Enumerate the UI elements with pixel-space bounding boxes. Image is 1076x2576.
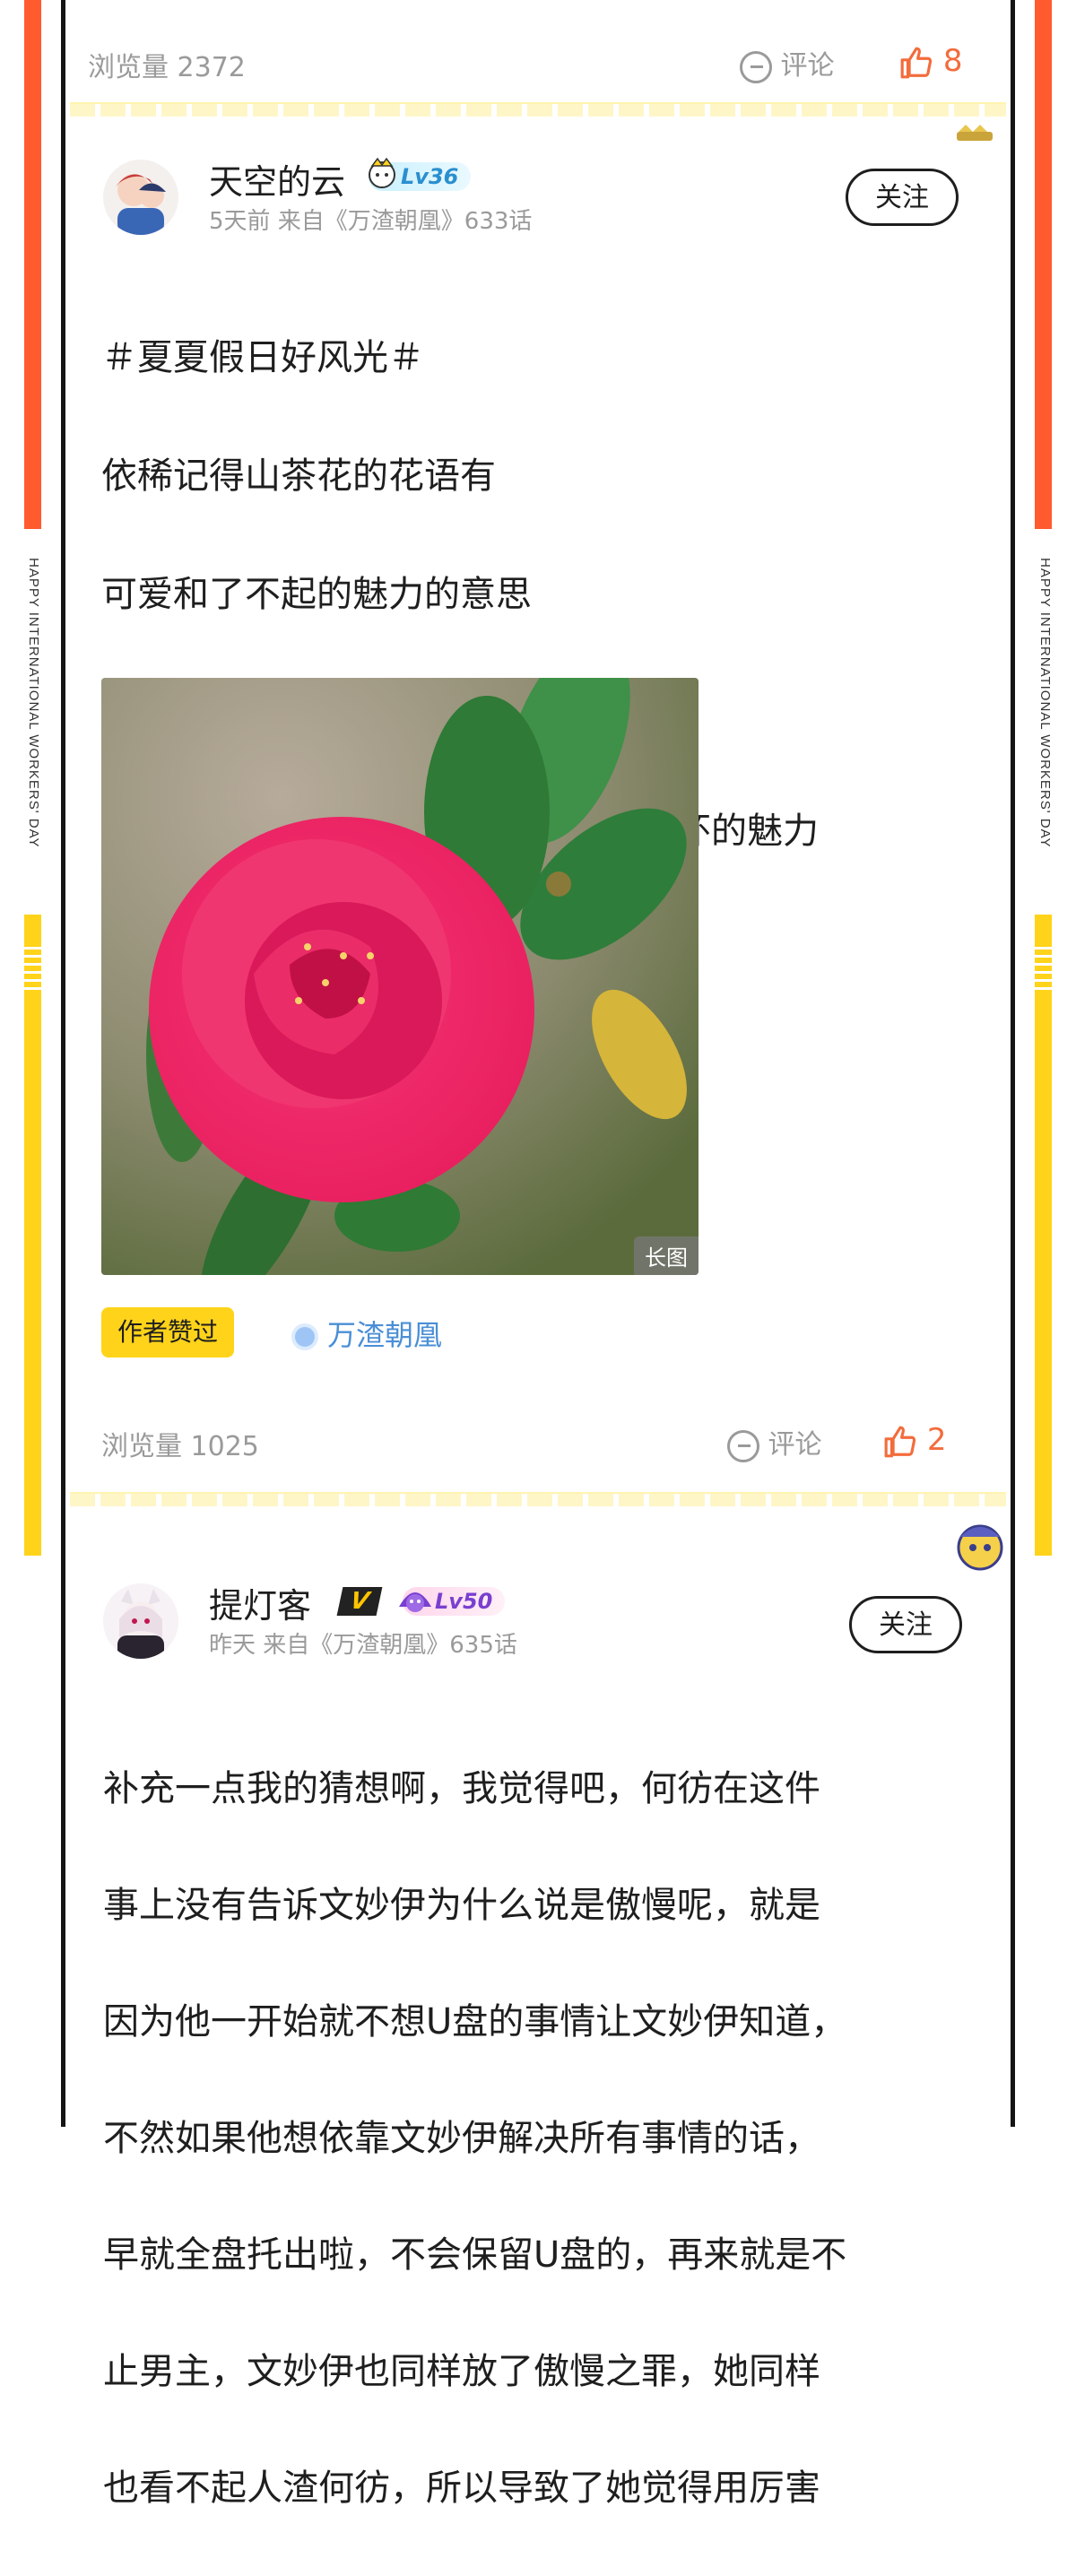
level-badge: Lv36 <box>369 157 472 191</box>
post1-photo[interactable]: 长图 <box>101 678 699 1275</box>
post2-line: 因为他一开始就不想U盘的事情让文妙伊知道， <box>103 2001 847 2043</box>
post1-views: 浏览量 1025 <box>101 1431 259 1462</box>
vip-badge: V <box>336 1587 383 1616</box>
post2-meta: 昨天 来自《万渣朝凰》635话 <box>209 1632 517 1659</box>
level-badge: Lv50 <box>399 1587 506 1616</box>
post0-like-button[interactable]: 8 <box>899 43 962 80</box>
post2-username[interactable]: 提灯客 <box>209 1578 311 1627</box>
left-orange-stripe <box>24 0 41 529</box>
post2-content: 补充一点我的猜想啊，我觉得吧，何彷在这件 事上没有告诉文妙伊为什么说是傲慢呢，就… <box>103 1702 846 2576</box>
sticker-icon <box>957 1524 1003 1571</box>
comment-icon <box>740 50 772 83</box>
post2-line: 事上没有告诉文妙伊为什么说是傲慢呢，就是 <box>103 1885 820 1926</box>
avatar[interactable] <box>103 1583 178 1659</box>
follow-button[interactable]: 关注 <box>849 1596 962 1653</box>
level-mascot-icon <box>369 157 395 188</box>
post1-username[interactable]: 天空的云 <box>209 154 345 204</box>
right-orange-stripe <box>1035 0 1052 529</box>
post1-meta: 5天前 来自《万渣朝凰》633话 <box>209 208 533 235</box>
post1-line-3: 可爱和了不起的魅力的意思 <box>101 574 532 615</box>
follow-button[interactable]: 关注 <box>846 169 959 226</box>
post2-line: 止男主，文妙伊也同样放了傲慢之罪，她同样 <box>103 2351 820 2392</box>
post0-views: 浏览量 2372 <box>88 52 246 83</box>
side-banner-text-right: HAPPY INTERNATIONAL WORKERS' DAY <box>1037 558 1053 848</box>
thumb-up-icon <box>884 1426 916 1457</box>
section-divider <box>70 1492 1006 1506</box>
post1-comment-button[interactable]: 评论 <box>727 1422 822 1462</box>
post2-line: 不然如果他想依靠文妙伊解决所有事情的话， <box>103 2118 820 2159</box>
left-yellow-stripe <box>24 915 41 1556</box>
section-divider <box>70 102 1006 117</box>
post0-comment-button[interactable]: 评论 <box>740 43 835 83</box>
post1-line-2: 依稀记得山茶花的花语有 <box>101 455 496 497</box>
right-yellow-stripe <box>1035 915 1052 1556</box>
camellia-photo <box>101 678 699 1275</box>
feed-frame: 浏览量 2372 评论 8 天空的云 Lv36 5天前 来自《万渣朝凰》633话 <box>61 0 1015 2509</box>
level-mascot-icon <box>399 1592 431 1612</box>
post2-line: 早就全盘托出啦，不会保留U盘的，再来就是不 <box>103 2234 847 2276</box>
crown-icon <box>957 125 993 141</box>
post1-line-1: ＃夏夏假日好风光＃ <box>101 337 424 378</box>
long-image-badge: 长图 <box>634 1236 699 1275</box>
topic-dot-icon <box>291 1323 318 1350</box>
comic-topic-link[interactable]: 万渣朝凰 <box>291 1313 442 1354</box>
side-banner-text-left: HAPPY INTERNATIONAL WORKERS' DAY <box>26 558 41 848</box>
post1-like-button[interactable]: 2 <box>883 1422 946 1459</box>
thumb-up-icon <box>900 47 933 78</box>
comment-icon <box>727 1429 759 1462</box>
post2-line: 也看不起人渣何彷，所以导致了她觉得用厉害 <box>103 2468 820 2509</box>
author-liked-tag: 作者赞过 <box>101 1307 235 1357</box>
avatar[interactable] <box>103 160 178 235</box>
post2-line: 补充一点我的猜想啊，我觉得吧，何彷在这件 <box>103 1768 820 1809</box>
